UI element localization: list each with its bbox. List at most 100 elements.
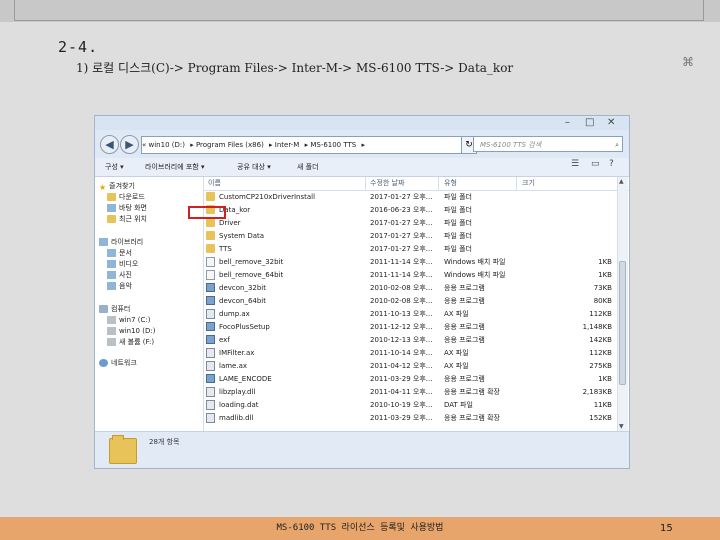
forward-icon[interactable]: ▶ [120,135,139,154]
column-separator[interactable] [516,177,517,190]
file-row[interactable]: FocoPlusSetup 2011-12-12 오후... 응용 프로그램 1,14… [204,322,616,333]
file-size: 1KB [598,258,612,266]
breadcrumb-part[interactable]: ▸ [361,141,365,149]
file-row[interactable]: Driver 2017-01-27 오후... 파일 폴더 [204,218,616,229]
file-name: System Data [219,232,265,240]
help-icon[interactable]: ? [609,158,614,170]
nav-documents[interactable]: 문서 [107,248,132,259]
file-row[interactable]: TTS 2017-01-27 오후... 파일 폴더 [204,244,616,255]
file-row[interactable]: bell_remove_64bit 2011-11-14 오후... Windows… [204,270,616,281]
vertical-scrollbar[interactable]: ▲ ▼ [617,177,628,431]
column-separator[interactable] [438,177,439,190]
desktop-icon [107,204,116,212]
nav-network[interactable]: 네트워크 [99,358,137,369]
file-name: dump.ax [219,310,250,318]
file-row[interactable]: loading.dat 2010-10-19 오후... DAT 파일 11KB [204,400,616,411]
nav-desktop[interactable]: 바탕 화면 [107,203,147,214]
scroll-down-icon[interactable]: ▼ [619,423,624,430]
file-type: AX 파일 [444,362,469,370]
file-icon [206,257,215,267]
nav-computer[interactable]: 컴퓨터 [99,304,130,315]
file-row[interactable]: exf 2010-12-13 오후... 응용 프로그램 142KB [204,335,616,346]
column-header-row: 이름 수정한 날짜 유형 크기 [204,177,629,191]
search-input[interactable]: MS-6100 TTS 검색 ⌕ [473,136,623,152]
file-icon [206,309,215,319]
column-name[interactable]: 이름 [208,177,221,190]
column-separator[interactable] [365,177,366,190]
file-type: 파일 폴더 [444,232,472,240]
preview-pane-icon[interactable]: ▭ [591,158,600,170]
file-row[interactable]: System Data 2017-01-27 오후... 파일 폴더 [204,231,616,242]
file-row[interactable]: devcon_32bit 2010-02-08 오후... 응용 프로그램 73KB [204,283,616,294]
nav-videos[interactable]: 비디오 [107,259,138,270]
application-icon [206,296,215,305]
file-name: bell_remove_64bit [219,271,284,279]
file-type: 응용 프로그램 [444,336,485,344]
new-folder-button[interactable]: 새 폴더 [297,158,319,176]
breadcrumb-part[interactable]: « win10 (D:) [142,141,185,149]
file-icon [206,413,215,423]
scrollbar-thumb[interactable] [619,261,626,385]
file-row[interactable]: bell_remove_32bit 2011-11-14 오후... Windows… [204,257,616,268]
nav-drive-c[interactable]: win7 (C:) [107,315,151,326]
nav-label: win10 (D:) [119,327,156,335]
file-name: bell_remove_32bit [219,258,284,266]
include-library-button[interactable]: 라이브러리에 포함 ▾ [145,158,204,176]
scroll-up-icon[interactable]: ▲ [619,178,624,185]
videos-icon [107,260,116,268]
details-pane: 28개 항목 [95,431,629,468]
file-date: 2017-01-27 오후... [370,232,433,240]
nav-libraries[interactable]: 라이브러리 [99,237,143,248]
nav-label: 음악 [119,282,132,290]
nav-recent[interactable]: 최근 위치 [107,214,147,225]
nav-label: 즐겨찾기 [109,182,135,190]
file-date: 2011-12-12 오후... [370,323,433,331]
file-row[interactable]: IMFilter.ax 2011-10-14 오후... AX 파일 112KB [204,348,616,359]
address-bar[interactable]: « win10 (D:) ▸ Program Files (x86) ▸ Int… [141,136,463,154]
breadcrumb-part[interactable]: ▸ Inter-M [269,141,299,149]
back-icon[interactable]: ◀ [100,135,119,154]
nav-downloads[interactable]: 다운로드 [107,192,145,203]
breadcrumb-part[interactable]: ▸ MS-6100 TTS [305,141,357,149]
file-row[interactable]: lame.ax 2011-04-12 오후... AX 파일 275KB [204,361,616,372]
drive-icon [107,316,116,324]
close-icon[interactable]: ✕ [607,117,615,129]
file-row[interactable]: devcon_64bit 2010-02-08 오후... 응용 프로그램 80KB [204,296,616,307]
nav-favorites[interactable]: ★ 즐겨찾기 [99,181,135,192]
file-size: 152KB [589,414,612,422]
nav-drive-d[interactable]: win10 (D:) [107,326,155,337]
file-name: FocoPlusSetup [219,323,270,331]
star-icon: ★ [99,183,107,192]
file-name: libzplay.dll [219,388,256,396]
file-size: 80KB [593,297,612,305]
file-row[interactable]: madlib.dll 2011-03-29 오후... 응용 프로그램 확장 152K… [204,413,616,424]
footer-title: MS-6100 TTS 라이선스 등록및 사용방법 [276,523,444,533]
file-name: madlib.dll [219,414,254,422]
file-row[interactable]: libzplay.dll 2011-04-11 오후... 응용 프로그램 확장 2,… [204,387,616,398]
share-button[interactable]: 공유 대상 ▾ [237,158,271,176]
drive-icon [107,338,116,346]
file-row[interactable]: CustomCP210xDriverInstall 2017-01-27 오후..… [204,192,616,203]
file-type: 응용 프로그램 [444,375,485,383]
file-row[interactable]: dump.ax 2011-10-13 오후... AX 파일 112KB [204,309,616,320]
file-row[interactable]: Data_kor 2016-06-23 오후... 파일 폴더 [204,205,616,216]
minimize-icon[interactable]: – [565,117,570,129]
section-number: 2-4. [58,38,99,56]
column-size[interactable]: 크기 [522,177,535,190]
page-number: 15 [660,523,673,534]
nav-music[interactable]: 음악 [107,281,132,292]
file-date: 2017-01-27 오후... [370,219,433,227]
breadcrumb-part[interactable]: ▸ Program Files (x86) [190,141,264,149]
file-row[interactable]: LAME_ENCODE 2011-03-29 오후... 응용 프로그램 1KB [204,374,616,385]
maximize-icon[interactable]: □ [585,117,594,129]
nav-new-volume[interactable]: 새 볼륨 (F:) [107,337,154,348]
file-icon [206,361,215,371]
view-options-icon[interactable]: ☰ [571,158,579,170]
file-name: IMFilter.ax [219,349,255,357]
nav-label: 라이브러리 [111,238,144,246]
nav-pictures[interactable]: 사진 [107,270,132,281]
slide-top-bar [0,0,720,22]
organize-button[interactable]: 구성 ▾ [105,158,124,176]
column-date[interactable]: 수정한 날짜 [370,177,404,190]
column-type[interactable]: 유형 [444,177,457,190]
